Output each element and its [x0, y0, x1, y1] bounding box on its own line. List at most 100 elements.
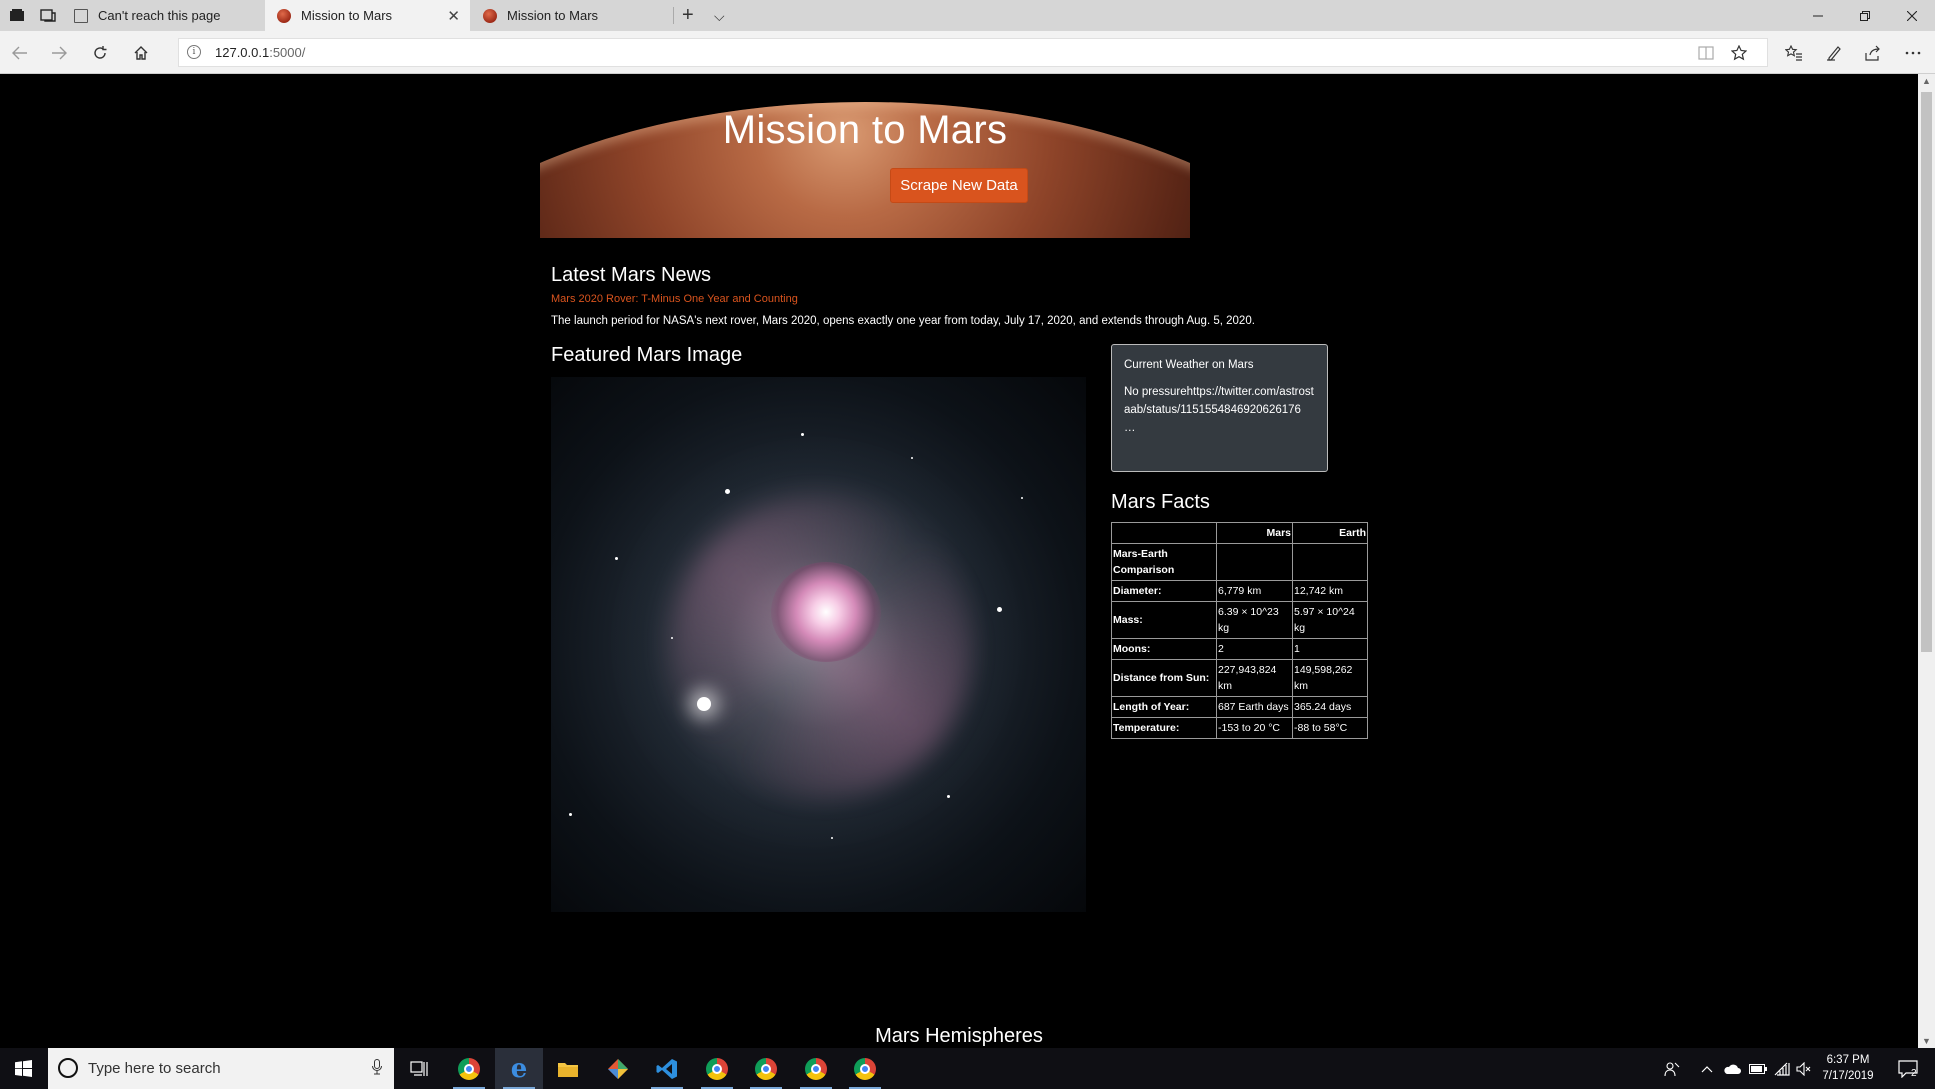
wifi-icon[interactable] [1772, 1048, 1792, 1089]
file-explorer-taskbar-app[interactable] [544, 1048, 592, 1089]
tabs-aside-icon[interactable] [37, 4, 59, 26]
reading-view-icon[interactable] [1695, 42, 1717, 64]
tab-manager-icon[interactable] [6, 4, 28, 26]
table-cell: 149,598,262 km [1292, 659, 1368, 697]
task-view-button[interactable] [395, 1048, 443, 1089]
hero-jumbotron: Mission to Mars Scrape New Data [540, 90, 1190, 238]
table-row-header: Temperature: [1111, 717, 1217, 739]
star [947, 795, 950, 798]
table-row: Length of Year: 687 Earth days 365.24 da… [1111, 696, 1368, 718]
more-options-icon[interactable] [1902, 42, 1924, 64]
star [671, 637, 673, 639]
forward-button[interactable] [48, 42, 70, 64]
page-icon [74, 8, 88, 23]
info-icon[interactable]: i [187, 45, 201, 59]
url-field[interactable]: i 127.0.0.1:5000/ [178, 38, 1768, 67]
star [997, 607, 1002, 612]
scrape-new-data-button[interactable]: Scrape New Data [890, 168, 1028, 203]
table-row-header: Diameter: [1111, 580, 1217, 602]
tab-label: Mission to Mars [507, 8, 599, 23]
battery-icon[interactable] [1747, 1048, 1769, 1089]
table-row-header: Mars-Earth Comparison [1111, 543, 1217, 581]
tab-mission-to-mars-active[interactable]: Mission to Mars ✕ [265, 0, 470, 31]
show-hidden-icons-chevron-icon[interactable] [1698, 1048, 1716, 1089]
table-cell [1216, 543, 1293, 581]
minimize-button[interactable] [1795, 0, 1841, 31]
browser-tab-bar: Can't reach this page Mission to Mars ✕ … [0, 0, 1935, 31]
mars-favicon-icon [277, 8, 291, 23]
mars-favicon-icon [483, 8, 497, 23]
back-button[interactable] [9, 42, 31, 64]
web-note-icon[interactable] [1823, 42, 1845, 64]
featured-image-heading: Featured Mars Image [551, 344, 743, 366]
tab-label: Can't reach this page [98, 8, 221, 23]
cortana-icon[interactable] [58, 1058, 78, 1078]
tab-divider [673, 7, 674, 24]
table-cell: 2 [1216, 638, 1293, 660]
table-cell: -153 to 20 °C [1216, 717, 1293, 739]
favorite-star-icon[interactable] [1728, 42, 1750, 64]
action-center-button[interactable]: 2 [1890, 1048, 1926, 1089]
table-header-cell [1111, 522, 1217, 544]
chrome-taskbar-app[interactable] [792, 1048, 840, 1089]
scroll-down-icon[interactable]: ▼ [1922, 1036, 1931, 1046]
folder-icon [558, 1062, 578, 1077]
table-cell: 1 [1292, 638, 1368, 660]
clock-time: 6:37 PM [1826, 1054, 1870, 1066]
page-title: Mission to Mars [722, 108, 1008, 152]
restore-button[interactable] [1842, 0, 1888, 31]
weather-card: Current Weather on Mars No pressurehttps… [1111, 344, 1328, 472]
volume-muted-icon[interactable] [1794, 1048, 1814, 1089]
news-title-link[interactable]: Mars 2020 Rover: T-Minus One Year and Co… [551, 293, 798, 305]
close-window-button[interactable] [1889, 0, 1935, 31]
mars-facts-heading: Mars Facts [1111, 491, 1210, 513]
table-cell: 12,742 km [1292, 580, 1368, 602]
galaxy-core [771, 562, 881, 662]
taskbar-search-box[interactable]: Type here to search [48, 1048, 394, 1089]
tab-cant-reach[interactable]: Can't reach this page [62, 0, 264, 31]
table-cell: 5.97 × 10^24 kg [1292, 601, 1368, 639]
vscode-taskbar-app[interactable] [643, 1048, 691, 1089]
url-text: 127.0.0.1:5000/ [215, 45, 305, 60]
chrome-taskbar-app[interactable] [742, 1048, 790, 1089]
url-path: :5000/ [269, 45, 306, 60]
people-icon[interactable] [1660, 1048, 1684, 1089]
star [831, 837, 833, 839]
windows-taskbar: Type here to search e 6:37 PM 7/17/2019 … [0, 1048, 1935, 1089]
edge-taskbar-app[interactable]: e [495, 1048, 543, 1089]
scroll-up-icon[interactable]: ▲ [1922, 76, 1931, 86]
table-row: Distance from Sun: 227,943,824 km 149,59… [1111, 659, 1368, 697]
table-cell: 6.39 × 10^23 kg [1216, 601, 1293, 639]
table-row: Diameter: 6,779 km 12,742 km [1111, 580, 1368, 602]
favorites-hub-icon[interactable] [1783, 42, 1805, 64]
taskbar-clock[interactable]: 6:37 PM 7/17/2019 [1812, 1052, 1884, 1084]
share-icon[interactable] [1862, 42, 1884, 64]
table-row: Moons: 2 1 [1111, 638, 1368, 660]
featured-mars-image[interactable] [551, 377, 1086, 912]
page-scrollbar[interactable]: ▲ ▼ [1918, 74, 1935, 1048]
star [911, 457, 913, 459]
onedrive-cloud-icon[interactable] [1721, 1048, 1743, 1089]
close-tab-icon[interactable]: ✕ [447, 7, 460, 25]
refresh-button[interactable] [89, 42, 111, 64]
table-row: Mars-Earth Comparison [1111, 543, 1368, 581]
tab-mission-to-mars[interactable]: Mission to Mars [471, 0, 673, 31]
chrome-taskbar-app[interactable] [693, 1048, 741, 1089]
star [801, 433, 804, 436]
vscode-icon [656, 1058, 677, 1079]
git-taskbar-app[interactable] [594, 1048, 642, 1089]
table-cell: 365.24 days [1292, 696, 1368, 718]
new-tab-button[interactable]: + [682, 4, 694, 27]
microphone-icon[interactable] [372, 1059, 382, 1078]
tab-list-button[interactable]: ⌵ [714, 8, 725, 25]
browser-address-bar: i 127.0.0.1:5000/ [0, 31, 1935, 74]
edge-icon: e [510, 1053, 528, 1084]
home-button[interactable] [130, 42, 152, 64]
chrome-taskbar-app[interactable] [445, 1048, 493, 1089]
scrollbar-thumb[interactable] [1921, 92, 1932, 652]
start-button[interactable] [0, 1048, 46, 1089]
chrome-icon [805, 1057, 827, 1080]
latest-news-heading: Latest Mars News [551, 264, 712, 286]
chrome-taskbar-app[interactable] [841, 1048, 889, 1089]
news-paragraph: The launch period for NASA's next rover,… [551, 315, 1255, 327]
